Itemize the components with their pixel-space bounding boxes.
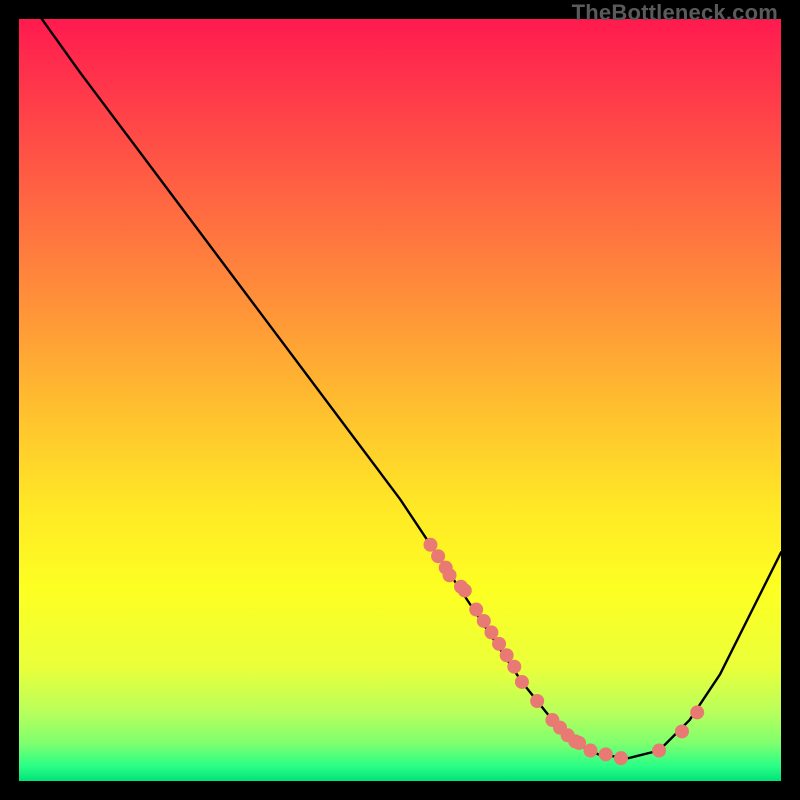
- data-point: [500, 648, 514, 662]
- data-point: [599, 747, 613, 761]
- watermark-text: TheBottleneck.com: [572, 0, 778, 26]
- chart-area: [19, 19, 781, 781]
- data-point: [492, 637, 506, 651]
- data-points: [423, 538, 704, 765]
- data-point: [690, 705, 704, 719]
- data-point: [652, 744, 666, 758]
- data-point: [515, 675, 529, 689]
- data-point: [584, 744, 598, 758]
- data-point: [469, 603, 483, 617]
- data-point: [458, 584, 472, 598]
- data-point: [431, 549, 445, 563]
- data-point: [484, 625, 498, 639]
- data-point: [477, 614, 491, 628]
- bottleneck-curve: [42, 19, 781, 758]
- data-point: [507, 660, 521, 674]
- data-point: [530, 694, 544, 708]
- chart-svg: [19, 19, 781, 781]
- data-point: [675, 724, 689, 738]
- data-point: [443, 568, 457, 582]
- data-point: [423, 538, 437, 552]
- data-point: [572, 736, 586, 750]
- data-point: [614, 751, 628, 765]
